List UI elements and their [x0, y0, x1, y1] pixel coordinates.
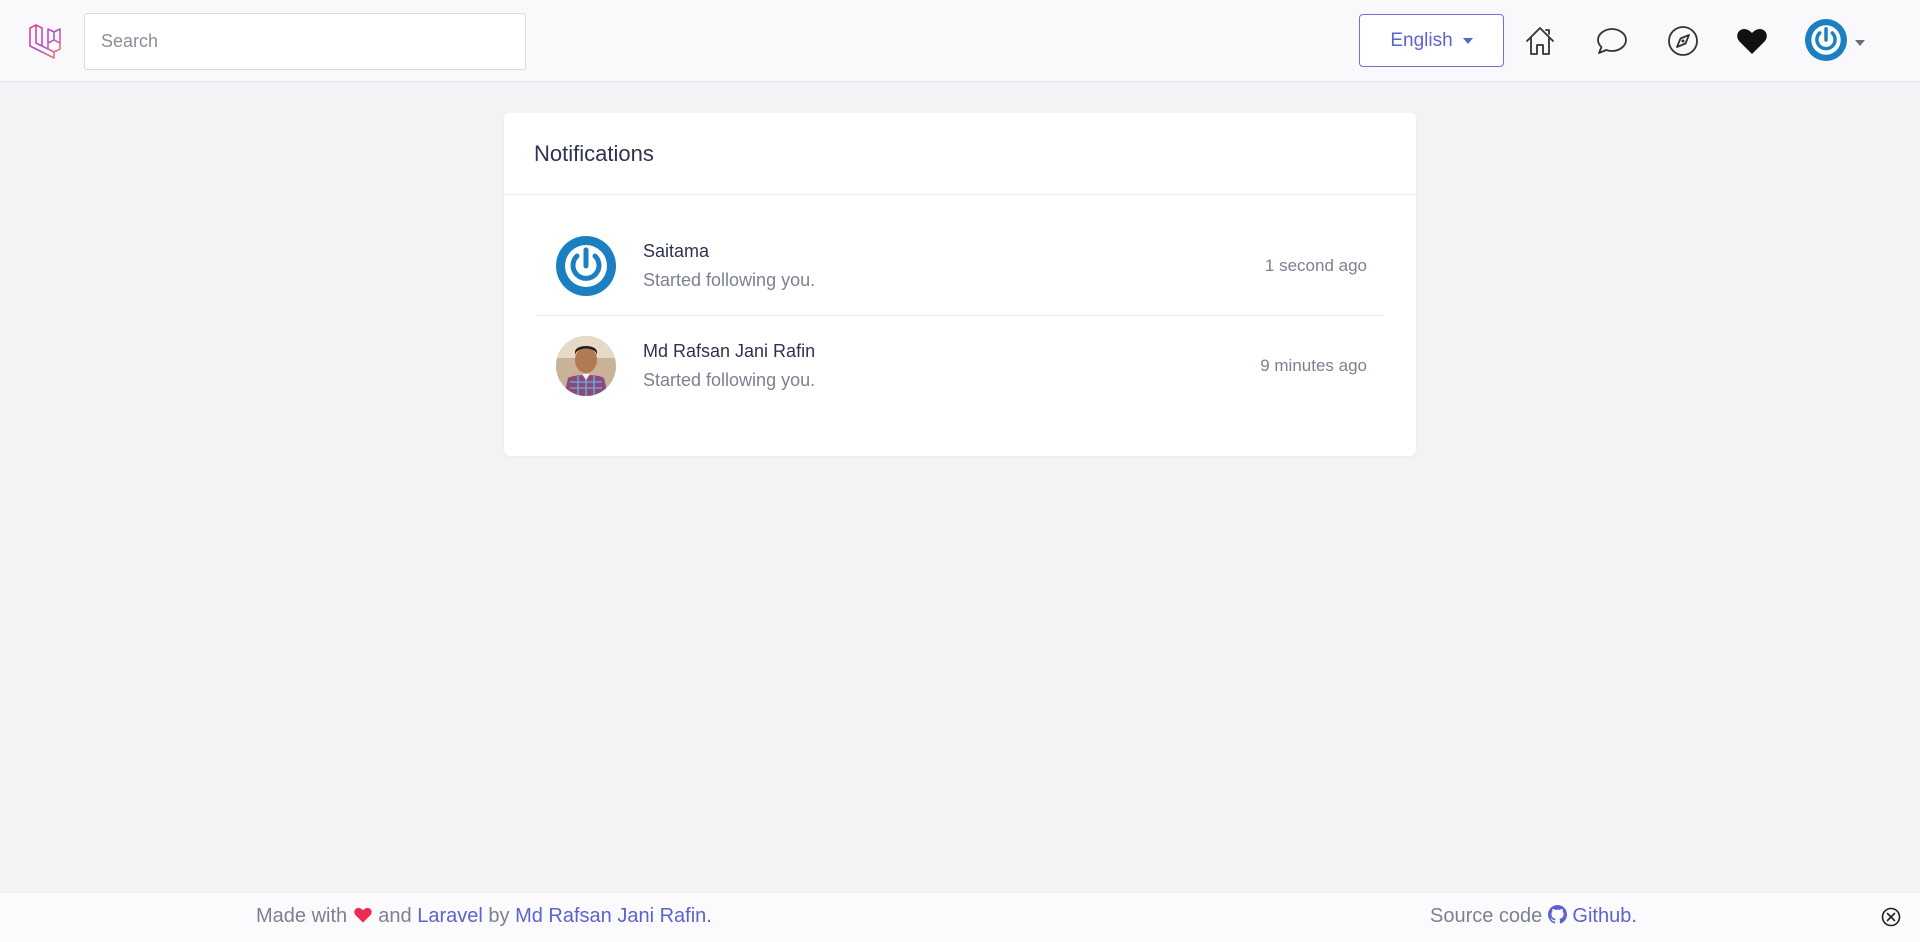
compass-icon[interactable] — [1666, 24, 1700, 58]
footer-text: by — [488, 905, 510, 927]
footer-credits: Made with and Laravel by Md Rafsan Jani … — [256, 905, 712, 928]
user-avatar[interactable] — [1805, 19, 1847, 66]
notification-user-name[interactable]: Md Rafsan Jani Rafin — [643, 341, 1260, 362]
notifications-card: Notifications Saitama Started following … — [504, 113, 1416, 456]
heart-icon — [353, 905, 379, 927]
notification-item[interactable]: Md Rafsan Jani Rafin Started following y… — [536, 316, 1384, 416]
notifications-header: Notifications — [504, 113, 1416, 195]
notification-message: Started following you. — [643, 370, 816, 390]
footer-source: Source code Github. — [1430, 905, 1637, 928]
notification-time: 9 minutes ago — [1260, 356, 1367, 375]
page-title: Notifications — [534, 140, 654, 166]
notification-time: 1 second ago — [1264, 255, 1367, 275]
footer-period: . — [1631, 905, 1637, 927]
author-link[interactable]: Md Rafsan Jani Rafin — [515, 905, 706, 927]
footer-period: . — [706, 905, 712, 927]
laravel-logo-icon[interactable] — [28, 22, 64, 60]
footer-text: and — [378, 905, 412, 927]
language-dropdown-button[interactable]: English — [1359, 14, 1504, 67]
search-input[interactable] — [84, 13, 526, 70]
chat-icon[interactable] — [1595, 24, 1629, 58]
language-label: English — [1390, 29, 1453, 51]
notification-item[interactable]: Saitama Started following you. 1 second … — [536, 216, 1384, 316]
footer-text: Made with — [256, 905, 348, 927]
laravel-link[interactable]: Laravel — [417, 905, 483, 927]
github-link[interactable]: Github. — [1547, 905, 1637, 927]
home-icon[interactable] — [1523, 24, 1557, 58]
github-icon — [1547, 905, 1573, 927]
close-icon[interactable] — [1881, 907, 1901, 927]
notification-message: Started following you. — [643, 269, 816, 290]
footer: Made with and Laravel by Md Rafsan Jani … — [0, 892, 1920, 942]
chevron-down-icon — [1462, 37, 1473, 44]
notification-user-name[interactable]: Saitama — [643, 241, 1265, 262]
footer-text: Source code — [1430, 905, 1543, 927]
chevron-down-icon — [1855, 39, 1865, 46]
user-menu-dropdown[interactable] — [1805, 19, 1865, 66]
user-avatar[interactable] — [556, 235, 616, 296]
top-navbar: English — [0, 0, 1920, 82]
github-link-label[interactable]: Github — [1572, 905, 1631, 927]
user-avatar[interactable] — [556, 336, 616, 396]
heart-icon[interactable] — [1735, 24, 1769, 58]
